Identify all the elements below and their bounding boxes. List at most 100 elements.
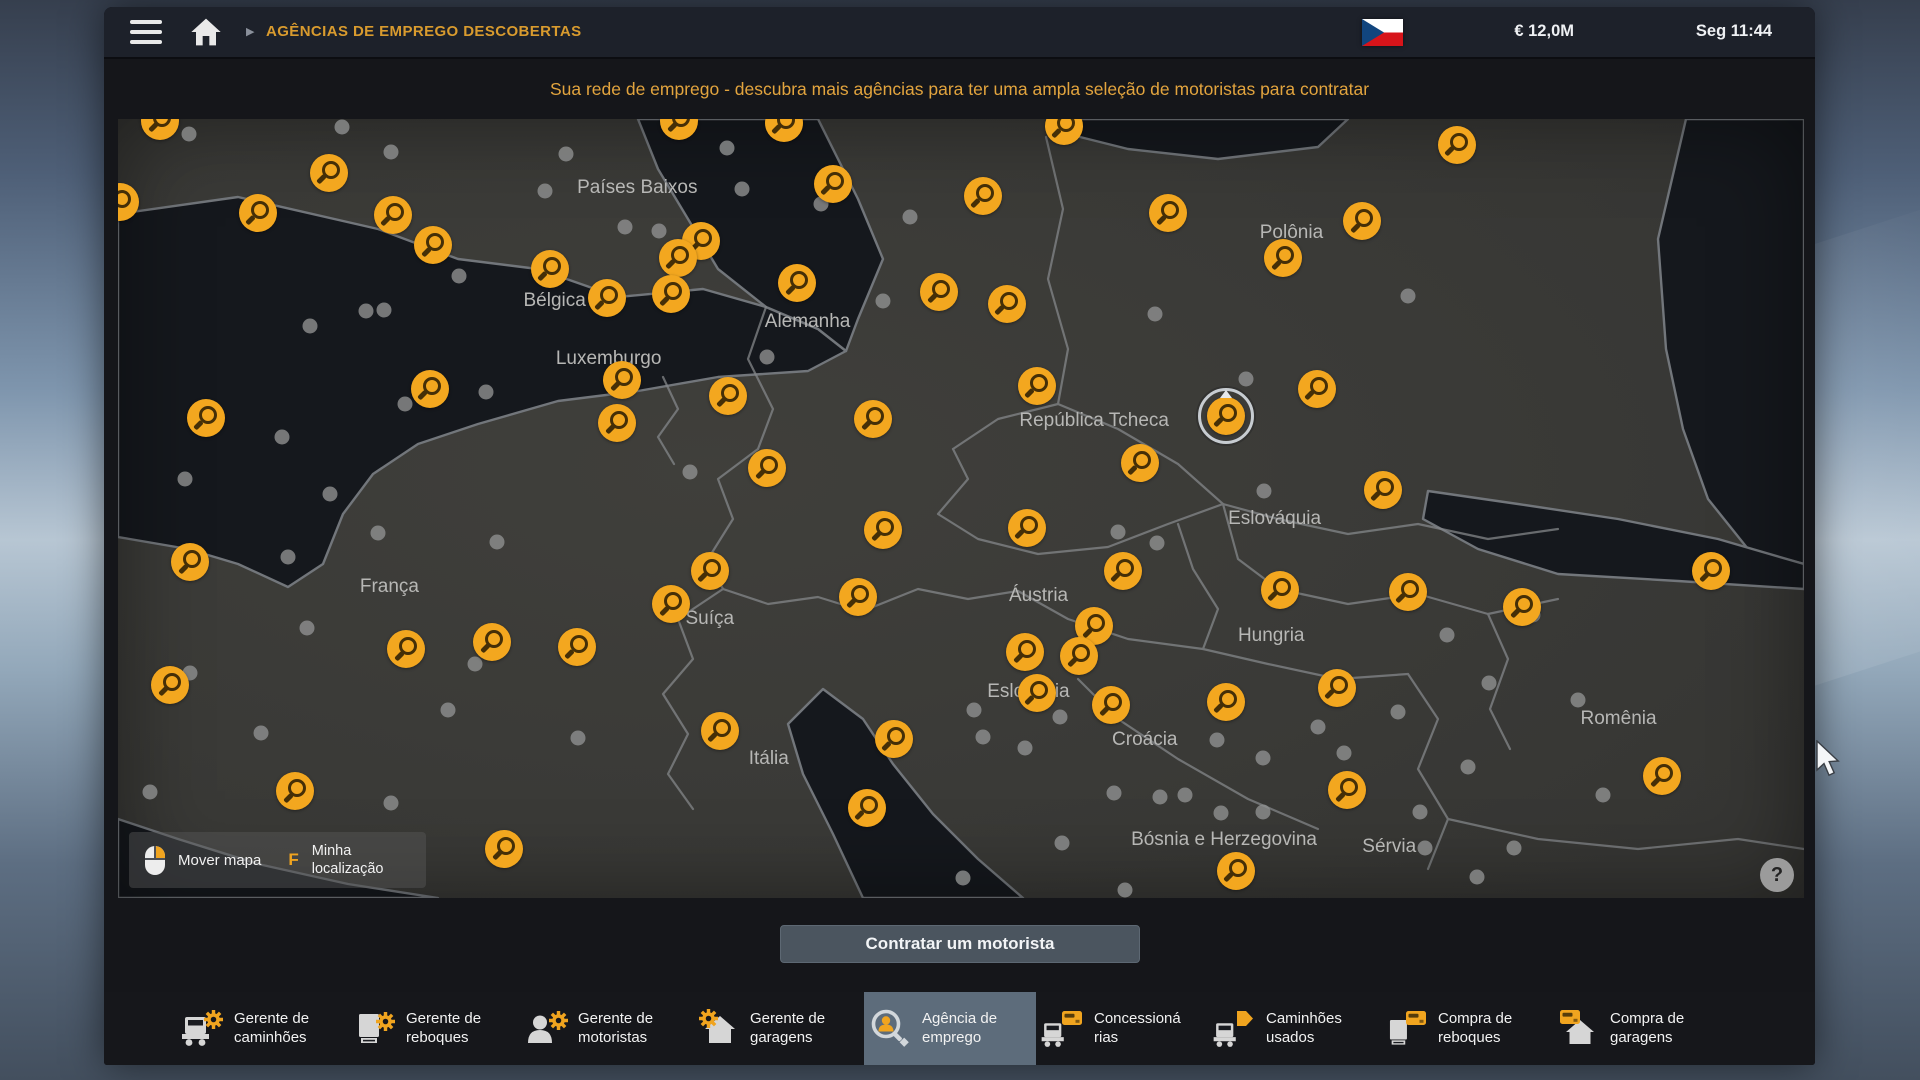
country-label: Croácia: [1112, 729, 1177, 751]
agency-marker[interactable]: [748, 449, 786, 487]
agency-marker[interactable]: [1328, 771, 1366, 809]
agency-marker[interactable]: [1121, 444, 1159, 482]
agency-marker[interactable]: [239, 194, 277, 232]
agency-marker[interactable]: [603, 361, 641, 399]
top-bar: ▶ AGÊNCIAS DE EMPREGO DESCOBERTAS € 12,0…: [104, 7, 1815, 59]
agency-marker[interactable]: [414, 226, 452, 264]
used-trucks-icon: [1212, 1007, 1256, 1051]
undiscovered-city-dot: [335, 119, 350, 134]
agency-marker[interactable]: [814, 165, 852, 203]
undiscovered-city-dot: [478, 384, 493, 399]
agency-marker[interactable]: [701, 712, 739, 750]
agency-marker[interactable]: [709, 377, 747, 415]
agency-marker[interactable]: [1018, 367, 1056, 405]
undiscovered-city-dot: [303, 319, 318, 334]
agency-marker[interactable]: [473, 623, 511, 661]
undiscovered-city-dot: [1238, 372, 1253, 387]
toolbar-item-employment-agency[interactable]: Agência de emprego: [864, 992, 1036, 1065]
agency-marker[interactable]: [659, 239, 697, 277]
home-icon[interactable]: [190, 17, 224, 47]
agency-marker[interactable]: [854, 400, 892, 438]
undiscovered-city-dot: [358, 303, 373, 318]
agency-marker[interactable]: [171, 543, 209, 581]
toolbar-item-garage-manager[interactable]: Gerente de garagens: [692, 992, 864, 1065]
agency-marker[interactable]: [1264, 239, 1302, 277]
toolbar-item-garage-purchase[interactable]: Compra de garagens: [1552, 992, 1724, 1065]
agency-marker[interactable]: [1389, 573, 1427, 611]
map-controls-legend: Mover mapa F Minha localização: [129, 832, 426, 888]
agency-marker[interactable]: [1643, 757, 1681, 795]
agency-marker[interactable]: [864, 511, 902, 549]
agency-marker[interactable]: [920, 273, 958, 311]
undiscovered-city-dot: [384, 145, 399, 160]
agency-marker[interactable]: [558, 628, 596, 666]
undiscovered-city-dot: [490, 534, 505, 549]
agency-marker[interactable]: [691, 552, 729, 590]
menu-icon[interactable]: [130, 20, 162, 44]
agency-marker[interactable]: [485, 830, 523, 868]
agency-marker[interactable]: [276, 772, 314, 810]
agency-marker[interactable]: [588, 279, 626, 317]
agency-marker[interactable]: [964, 177, 1002, 215]
country-label: Bélgica: [524, 290, 586, 312]
undiscovered-city-dot: [254, 725, 269, 740]
agency-marker[interactable]: [652, 585, 690, 623]
undiscovered-city-dot: [559, 147, 574, 162]
agency-marker[interactable]: [531, 250, 569, 288]
agency-marker[interactable]: [1318, 669, 1356, 707]
agency-marker[interactable]: [1692, 552, 1730, 590]
toolbar-item-trailer-manager[interactable]: Gerente de reboques: [348, 992, 520, 1065]
agency-marker[interactable]: [1364, 471, 1402, 509]
agency-marker[interactable]: [839, 578, 877, 616]
agency-marker[interactable]: [1217, 852, 1255, 890]
agency-marker[interactable]: [1438, 126, 1476, 164]
agency-marker[interactable]: [1149, 194, 1187, 232]
toolbar-item-truck-manager[interactable]: Gerente de caminhões: [176, 992, 348, 1065]
agency-marker[interactable]: [1207, 683, 1245, 721]
agency-marker[interactable]: [1343, 202, 1381, 240]
agency-map[interactable]: Países BaixosBélgicaLuxemburgoAlemanhaPo…: [118, 119, 1804, 898]
undiscovered-city-dot: [955, 870, 970, 885]
agency-marker[interactable]: [374, 196, 412, 234]
toolbar-item-dealers[interactable]: Concessioná rias: [1036, 992, 1208, 1065]
selection-pointer: [1220, 390, 1232, 398]
agency-marker[interactable]: [1060, 637, 1098, 675]
toolbar-item-trailer-purchase[interactable]: Compra de reboques: [1380, 992, 1552, 1065]
agency-marker[interactable]: [875, 720, 913, 758]
agency-marker[interactable]: [598, 404, 636, 442]
toolbar-item-used-trucks[interactable]: Caminhões usados: [1208, 992, 1380, 1065]
agency-marker[interactable]: [187, 399, 225, 437]
breadcrumb: AGÊNCIAS DE EMPREGO DESCOBERTAS: [266, 23, 582, 40]
agency-marker[interactable]: [1261, 571, 1299, 609]
agency-marker-selected[interactable]: [1207, 397, 1245, 435]
hire-driver-button[interactable]: Contratar um motorista: [780, 925, 1140, 963]
agency-marker[interactable]: [652, 275, 690, 313]
country-label: Romênia: [1581, 708, 1657, 730]
agency-marker[interactable]: [1298, 370, 1336, 408]
agency-marker[interactable]: [1018, 674, 1056, 712]
toolbar-item-label: Gerente de garagens: [750, 1010, 856, 1048]
undiscovered-city-dot: [760, 350, 775, 365]
agency-marker[interactable]: [1503, 588, 1541, 626]
undiscovered-city-dot: [1055, 835, 1070, 850]
agency-marker[interactable]: [988, 285, 1026, 323]
toolbar-item-driver-manager[interactable]: Gerente de motoristas: [520, 992, 692, 1065]
agency-marker[interactable]: [848, 789, 886, 827]
agency-marker[interactable]: [778, 264, 816, 302]
management-toolbar: Gerente de caminhões Gerente de reboques: [104, 992, 1815, 1065]
undiscovered-city-dot: [1461, 760, 1476, 775]
help-button[interactable]: ?: [1760, 858, 1794, 892]
agency-marker[interactable]: [1008, 509, 1046, 547]
undiscovered-city-dot: [975, 729, 990, 744]
agency-marker[interactable]: [1006, 633, 1044, 671]
agency-marker[interactable]: [387, 630, 425, 668]
agency-marker[interactable]: [1092, 686, 1130, 724]
agency-marker[interactable]: [151, 666, 189, 704]
agency-marker[interactable]: [411, 370, 449, 408]
country-label: República Tcheca: [1019, 410, 1169, 432]
trailer-purchase-icon: [1384, 1007, 1428, 1051]
undiscovered-city-dot: [299, 620, 314, 635]
undiscovered-city-dot: [1469, 869, 1484, 884]
agency-marker[interactable]: [310, 154, 348, 192]
agency-marker[interactable]: [1104, 552, 1142, 590]
